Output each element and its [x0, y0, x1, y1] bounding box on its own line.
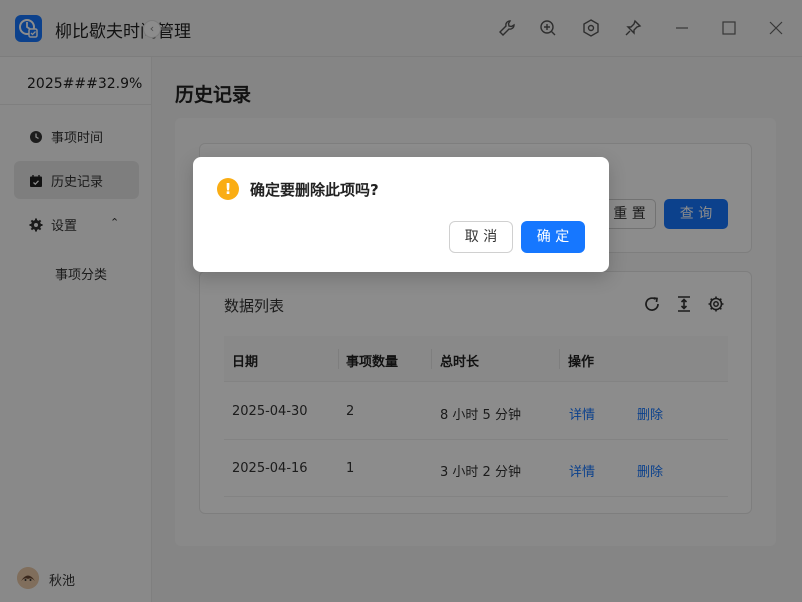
- cancel-button[interactable]: 取 消: [449, 221, 513, 253]
- confirm-button[interactable]: 确 定: [521, 221, 585, 253]
- confirm-delete-dialog: ! 确定要删除此项吗? 取 消 确 定: [193, 157, 609, 272]
- dialog-message: 确定要删除此项吗?: [250, 181, 379, 199]
- warning-icon: !: [217, 178, 239, 200]
- modal-mask[interactable]: [0, 0, 802, 602]
